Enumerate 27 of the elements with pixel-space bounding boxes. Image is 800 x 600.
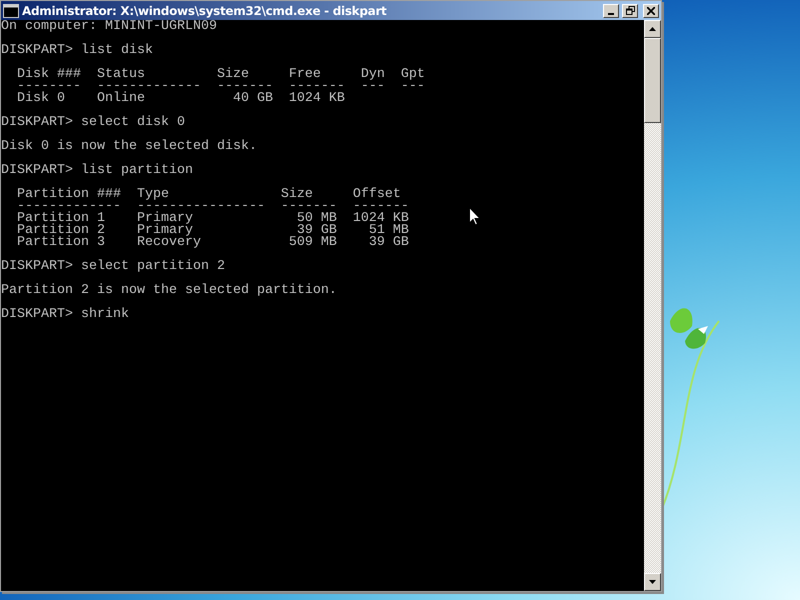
console-line: Disk ### Status Size Free Dyn Gpt: [16, 69, 425, 81]
console-line: Disk 0 Online 40 GB 1024 KB: [16, 93, 345, 105]
console-line: Partition ### Type Size Offset: [16, 189, 401, 201]
console-line: On computer: MININT-UGRLN09: [1, 21, 217, 33]
scrollbar-thumb[interactable]: [644, 38, 661, 123]
console-line: DISKPART> list disk: [1, 45, 153, 57]
console-app-icon: [3, 4, 19, 18]
console-line: Partition 3 Recovery 509 MB 39 GB: [16, 237, 409, 249]
minimize-icon: [608, 12, 614, 14]
console-line: Partition 2 is now the selected partition.: [1, 285, 337, 297]
up-arrow-icon: [649, 27, 656, 31]
console-line: Disk 0 is now the selected disk.: [1, 141, 257, 153]
close-icon: [647, 6, 655, 14]
close-button[interactable]: [643, 4, 659, 18]
mouse-pointer-icon: [469, 207, 481, 226]
down-arrow-icon: [649, 580, 656, 584]
scroll-down-button[interactable]: [644, 573, 661, 591]
restore-icon: [626, 6, 634, 15]
console-line: DISKPART> shrink: [1, 309, 129, 321]
window-title: Administrator: X:\windows\system32\cmd.exe - diskpart: [22, 4, 388, 18]
console-line: DISKPART> list partition: [1, 165, 193, 177]
console-line: DISKPART> select disk 0: [1, 117, 185, 129]
console-line: DISKPART> select partition 2: [1, 261, 225, 273]
restore-button[interactable]: [622, 4, 638, 18]
minimize-button[interactable]: [603, 4, 619, 18]
scroll-up-button[interactable]: [644, 20, 661, 38]
vertical-scrollbar[interactable]: [644, 20, 661, 591]
